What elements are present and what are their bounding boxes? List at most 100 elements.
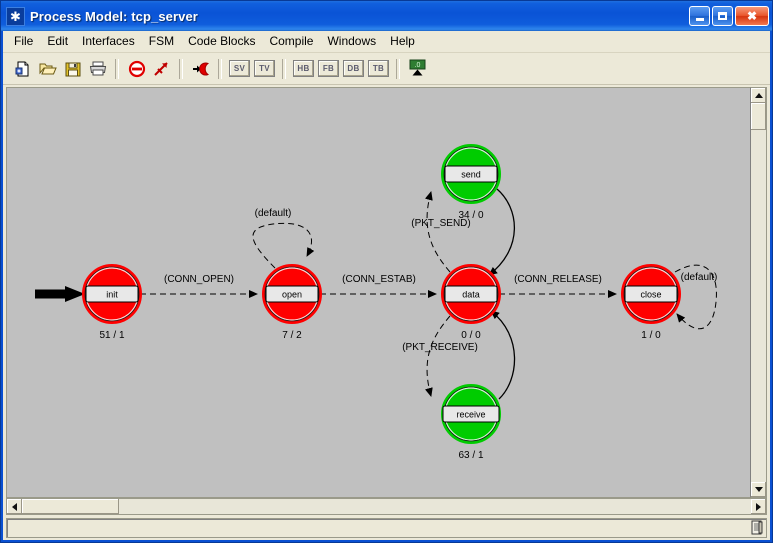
diagnostic-block-button[interactable]: DB bbox=[342, 57, 365, 80]
transition-send-data[interactable] bbox=[488, 188, 515, 276]
transition-init-open[interactable]: (CONN_OPEN) bbox=[140, 274, 258, 298]
compile-button[interactable]: .0 bbox=[406, 57, 429, 80]
create-state-icon bbox=[128, 60, 145, 77]
state-variables-icon: SV bbox=[229, 60, 250, 77]
state-counts: 34 / 0 bbox=[458, 210, 483, 221]
function-block-button[interactable]: FB bbox=[317, 57, 340, 80]
scroll-right-button[interactable] bbox=[751, 499, 766, 514]
chevron-up-icon bbox=[754, 93, 763, 98]
menu-code-blocks[interactable]: Code Blocks bbox=[181, 31, 262, 52]
transition-data-receive[interactable]: (PKT_RECEIVE) bbox=[402, 315, 478, 397]
state-data[interactable]: data 0 / 0 bbox=[441, 264, 501, 341]
diagram-canvas-frame: (CONN_OPEN) (CONN_ESTAB) (CONN_RELEASE) bbox=[6, 87, 750, 498]
scroll-left-button[interactable] bbox=[7, 499, 22, 514]
window-controls: ✖ bbox=[689, 6, 769, 26]
transition-data-send[interactable]: (PKT_SEND) bbox=[411, 191, 471, 273]
termination-block-icon: TB bbox=[368, 60, 389, 77]
scroll-down-button[interactable] bbox=[751, 482, 766, 497]
title-bar: ✱ Process Model: tcp_server ✖ bbox=[1, 1, 772, 31]
chevron-down-icon bbox=[754, 487, 763, 492]
diagnostic-block-icon: DB bbox=[343, 60, 364, 77]
create-transition-icon bbox=[153, 61, 168, 76]
toolbar: SV TV HB FB DB TB .0 bbox=[3, 53, 770, 85]
create-transition-button[interactable] bbox=[150, 57, 173, 80]
diagram-area: (CONN_OPEN) (CONN_ESTAB) (CONN_RELEASE) bbox=[6, 87, 767, 498]
close-button[interactable]: ✖ bbox=[735, 6, 769, 26]
state-variables-button[interactable]: SV bbox=[228, 57, 251, 80]
transition-open-default[interactable]: (default) bbox=[252, 208, 315, 269]
temporary-variables-button[interactable]: TV bbox=[253, 57, 276, 80]
process-model-window: ✱ Process Model: tcp_server ✖ File Edit … bbox=[0, 0, 773, 543]
state-counts: 7 / 2 bbox=[282, 330, 302, 341]
state-label: send bbox=[461, 169, 481, 179]
menu-fsm[interactable]: FSM bbox=[142, 31, 181, 52]
transition-label: (CONN_RELEASE) bbox=[514, 274, 602, 285]
open-folder-button[interactable] bbox=[36, 57, 59, 80]
horizontal-scrollbar[interactable] bbox=[6, 498, 767, 515]
save-disk-icon bbox=[65, 62, 80, 76]
menu-file[interactable]: File bbox=[7, 31, 40, 52]
state-counts: 63 / 1 bbox=[458, 450, 483, 461]
window-client-area: File Edit Interfaces FSM Code Blocks Com… bbox=[3, 31, 770, 540]
state-label: init bbox=[106, 289, 118, 299]
fsm-canvas[interactable]: (CONN_OPEN) (CONN_ESTAB) (CONN_RELEASE) bbox=[7, 88, 750, 497]
toolbar-separator bbox=[218, 58, 222, 79]
resize-grip-icon[interactable] bbox=[748, 519, 765, 536]
save-button[interactable] bbox=[61, 57, 84, 80]
state-close[interactable]: close 1 / 0 bbox=[621, 264, 681, 341]
toolbar-separator bbox=[396, 58, 400, 79]
header-block-icon: HB bbox=[293, 60, 314, 77]
print-button[interactable] bbox=[86, 57, 109, 80]
menu-windows[interactable]: Windows bbox=[320, 31, 383, 52]
new-document-icon bbox=[15, 61, 28, 76]
resize-grip-glyph bbox=[751, 520, 762, 535]
initial-state-arrow bbox=[35, 286, 85, 302]
temporary-variables-icon: TV bbox=[254, 60, 275, 77]
asterisk-icon[interactable]: ✱ bbox=[6, 6, 25, 26]
vertical-scroll-track[interactable] bbox=[751, 130, 766, 482]
menu-bar: File Edit Interfaces FSM Code Blocks Com… bbox=[3, 31, 770, 53]
state-label: open bbox=[282, 289, 302, 299]
maximize-button[interactable] bbox=[712, 6, 733, 26]
transition-receive-data[interactable] bbox=[490, 310, 516, 400]
menu-compile[interactable]: Compile bbox=[262, 31, 320, 52]
open-folder-icon bbox=[39, 63, 57, 74]
state-send[interactable]: send 34 / 0 bbox=[441, 144, 501, 221]
transition-open-data[interactable]: (CONN_ESTAB) bbox=[320, 274, 437, 298]
set-initial-state-button[interactable] bbox=[189, 57, 212, 80]
create-state-button[interactable] bbox=[125, 57, 148, 80]
state-counts: 51 / 1 bbox=[99, 330, 124, 341]
header-block-button[interactable]: HB bbox=[292, 57, 315, 80]
transition-label: (PKT_RECEIVE) bbox=[402, 342, 478, 353]
state-counts: 0 / 0 bbox=[461, 330, 481, 341]
close-icon: ✖ bbox=[746, 9, 758, 23]
maximize-icon bbox=[718, 12, 727, 20]
transition-label: (default) bbox=[681, 272, 718, 283]
minimize-button[interactable] bbox=[689, 6, 710, 26]
minimize-icon bbox=[695, 18, 704, 21]
state-label: data bbox=[462, 289, 480, 299]
state-receive[interactable]: receive 63 / 1 bbox=[441, 384, 501, 461]
termination-block-button[interactable]: TB bbox=[367, 57, 390, 80]
state-init[interactable]: init 51 / 1 bbox=[82, 264, 142, 341]
menu-edit[interactable]: Edit bbox=[40, 31, 75, 52]
vertical-scroll-thumb[interactable] bbox=[751, 103, 766, 130]
scroll-up-button[interactable] bbox=[751, 88, 766, 103]
new-document-button[interactable] bbox=[11, 57, 34, 80]
chevron-left-icon bbox=[12, 502, 17, 511]
transition-close-default[interactable]: (default) bbox=[674, 264, 718, 330]
transition-label: (default) bbox=[255, 208, 292, 219]
toolbar-separator bbox=[115, 58, 119, 79]
horizontal-scroll-track[interactable] bbox=[119, 499, 751, 514]
vertical-scrollbar[interactable] bbox=[750, 87, 767, 498]
transition-label: (CONN_OPEN) bbox=[164, 274, 234, 285]
menu-help[interactable]: Help bbox=[383, 31, 422, 52]
fsm-diagram: (CONN_OPEN) (CONN_ESTAB) (CONN_RELEASE) bbox=[35, 144, 718, 461]
state-open[interactable]: open 7 / 2 bbox=[262, 264, 322, 341]
menu-interfaces[interactable]: Interfaces bbox=[75, 31, 142, 52]
state-label: receive bbox=[456, 409, 485, 419]
function-block-icon: FB bbox=[318, 60, 339, 77]
transition-data-close[interactable]: (CONN_RELEASE) bbox=[499, 274, 617, 298]
set-initial-state-icon bbox=[192, 62, 209, 75]
horizontal-scroll-thumb[interactable] bbox=[22, 499, 119, 514]
